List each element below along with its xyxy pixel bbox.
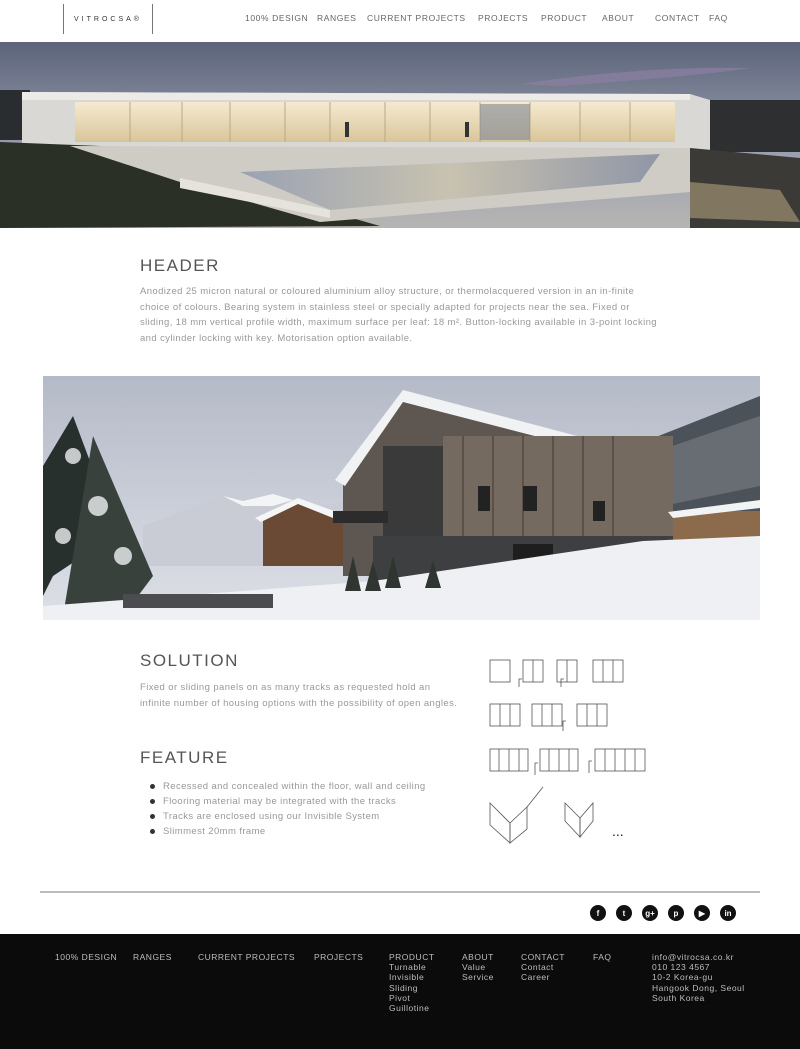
footer-phone: 010 123 4567 [652, 962, 710, 973]
footer-link-guillotine[interactable]: Guillotine [389, 1003, 435, 1013]
site-footer: 100% DESIGN RANGES CURRENT PROJECTS PROJ… [0, 934, 800, 1049]
nav-item-current-projects[interactable]: CURRENT PROJECTS [367, 13, 466, 23]
feature-item: Recessed and concealed within the floor,… [150, 779, 426, 794]
nav-item-ranges[interactable]: RANGES [317, 13, 357, 23]
footer-link-product[interactable]: PRODUCT [389, 952, 435, 962]
footer-address-line: South Korea [652, 992, 705, 1003]
footer-link-100-design[interactable]: 100% DESIGN [55, 952, 117, 962]
footer-address-line: Hangook Dong, Seoul [652, 982, 745, 993]
twitter-icon[interactable]: t [616, 905, 632, 921]
nav-item-100-design[interactable]: 100% DESIGN [245, 13, 308, 23]
nav-item-faq[interactable]: FAQ [709, 13, 728, 23]
google-plus-icon[interactable]: g+ [642, 905, 658, 921]
top-navigation: VITROCSA® 100% DESIGN RANGES CURRENT PRO… [0, 0, 800, 42]
header-section-title: HEADER [140, 256, 220, 275]
footer-column-product: PRODUCT Turnable Invisible Sliding Pivot… [389, 952, 435, 1013]
chalet-illustration [43, 376, 760, 620]
footer-link-current-projects[interactable]: CURRENT PROJECTS [198, 952, 295, 962]
hero-illustration [0, 42, 800, 228]
footer-link-projects[interactable]: PROJECTS [314, 952, 363, 962]
feature-item: Slimmest 20mm frame [150, 824, 426, 839]
footer-link-service[interactable]: Service [462, 972, 494, 982]
chalet-snow-image [43, 376, 760, 620]
hero-image-modern-house [0, 42, 800, 228]
feature-title: FEATURE [140, 748, 229, 767]
facebook-icon[interactable]: f [590, 905, 606, 921]
footer-link-faq[interactable]: FAQ [593, 952, 612, 962]
footer-link-ranges[interactable]: RANGES [133, 952, 172, 962]
footer-link-value[interactable]: Value [462, 962, 494, 972]
feature-item: Tracks are enclosed using our Invisible … [150, 809, 426, 824]
footer-link-sliding[interactable]: Sliding [389, 983, 435, 993]
feature-list: Recessed and concealed within the floor,… [150, 779, 426, 839]
logo-text: VITROCSA® [74, 15, 142, 23]
linkedin-icon[interactable]: in [720, 905, 736, 921]
youtube-icon[interactable]: ▶ [694, 905, 710, 921]
solution-body: Fixed or sliding panels on as many track… [140, 682, 458, 709]
brand-logo[interactable]: VITROCSA® [63, 4, 153, 34]
footer-link-about[interactable]: ABOUT [462, 952, 494, 962]
footer-link-pivot[interactable]: Pivot [389, 993, 435, 1003]
footer-contact-info: info@vitrocsa.co.kr 010 123 4567 10-2 Ko… [652, 952, 745, 1003]
pinterest-icon[interactable]: p [668, 905, 684, 921]
nav-item-projects[interactable]: PROJECTS [478, 13, 528, 23]
more-indicator[interactable]: ... [612, 823, 624, 839]
solution-title: SOLUTION [140, 651, 239, 670]
footer-link-invisible[interactable]: Invisible [389, 972, 435, 982]
footer-email[interactable]: info@vitrocsa.co.kr [652, 952, 745, 962]
footer-link-contact-title[interactable]: CONTACT [521, 952, 565, 962]
nav-item-about[interactable]: ABOUT [602, 13, 634, 23]
footer-link-career[interactable]: Career [521, 972, 565, 982]
footer-column-contact: CONTACT Contact Career [521, 952, 565, 983]
footer-column-about: ABOUT Value Service [462, 952, 494, 983]
footer-link-contact[interactable]: Contact [521, 962, 565, 972]
nav-item-product[interactable]: PRODUCT [541, 13, 587, 23]
nav-item-contact[interactable]: CONTACT [655, 13, 700, 23]
feature-item: Flooring material may be integrated with… [150, 794, 426, 809]
sliding-configuration-diagrams: ... [489, 659, 646, 844]
footer-divider [40, 891, 760, 893]
footer-link-turnable[interactable]: Turnable [389, 962, 435, 972]
header-section-body: Anodized 25 micron natural or coloured a… [140, 286, 657, 344]
footer-address-line: 10-2 Korea-gu [652, 972, 713, 983]
